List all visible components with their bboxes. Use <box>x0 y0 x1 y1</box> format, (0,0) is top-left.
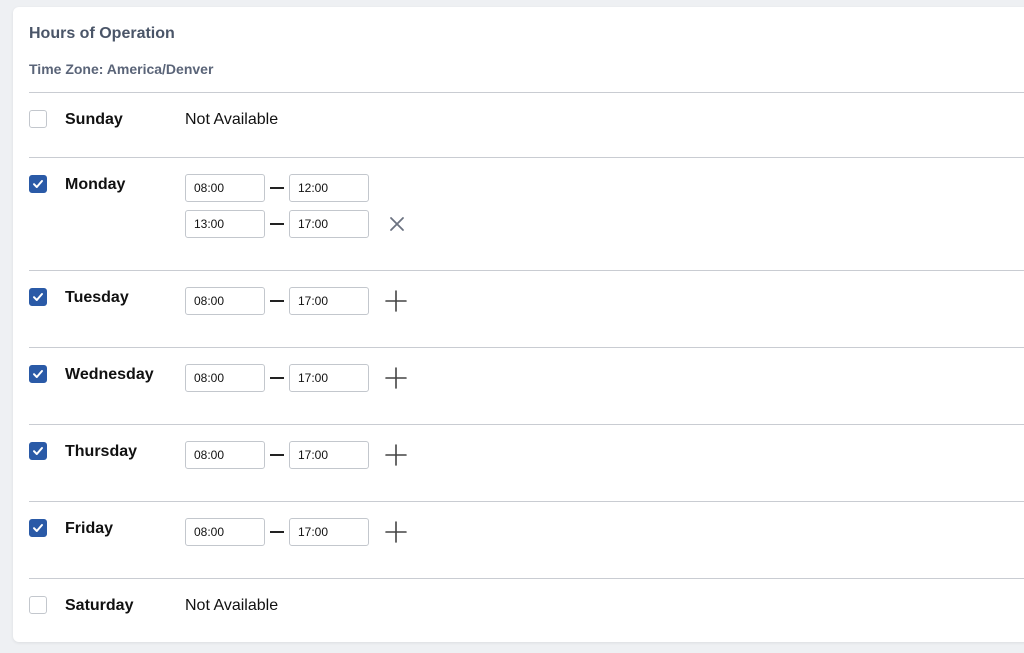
end-time-input[interactable]: 17:00 <box>289 287 369 315</box>
tuesday-checkbox[interactable] <box>29 288 47 306</box>
not-available-text: Not Available <box>185 111 279 128</box>
day-name: Thursday <box>65 443 138 460</box>
day-name: Tuesday <box>65 289 129 306</box>
wednesday-checkbox[interactable] <box>29 365 47 383</box>
card-title: Hours of Operation <box>29 25 175 42</box>
end-time-input[interactable]: 12:00 <box>289 174 369 202</box>
plus-icon[interactable] <box>385 444 407 466</box>
hours-card: Hours of Operation Time Zone: America/De… <box>13 7 1024 642</box>
plus-icon[interactable] <box>385 290 407 312</box>
start-time-input[interactable]: 08:00 <box>185 518 265 546</box>
check-icon <box>33 524 43 532</box>
day-row-wednesday: Wednesday 08:00 17:00 <box>29 347 1024 425</box>
saturday-checkbox[interactable] <box>29 596 47 614</box>
day-name: Friday <box>65 520 114 537</box>
start-time-input[interactable]: 08:00 <box>185 441 265 469</box>
plus-icon[interactable] <box>385 367 407 389</box>
day-row-friday: Friday 08:00 17:00 <box>29 501 1024 579</box>
start-time-input[interactable]: 13:00 <box>185 210 265 238</box>
start-time-input[interactable]: 08:00 <box>185 287 265 315</box>
day-row-tuesday: Tuesday 08:00 17:00 <box>29 270 1024 348</box>
timezone-label: Time Zone: America/Denver <box>29 61 214 77</box>
end-time-input[interactable]: 17:00 <box>289 441 369 469</box>
range-dash <box>270 187 284 189</box>
day-name: Sunday <box>65 111 123 128</box>
range-dash <box>270 223 284 225</box>
day-row-monday: Monday 08:00 12:00 13:00 17:00 <box>29 157 1024 271</box>
start-time-input[interactable]: 08:00 <box>185 174 265 202</box>
end-time-input[interactable]: 17:00 <box>289 364 369 392</box>
end-time-input[interactable]: 17:00 <box>289 518 369 546</box>
thursday-checkbox[interactable] <box>29 442 47 460</box>
day-name: Wednesday <box>65 366 154 383</box>
check-icon <box>33 370 43 378</box>
monday-checkbox[interactable] <box>29 175 47 193</box>
check-icon <box>33 447 43 455</box>
range-dash <box>270 300 284 302</box>
plus-icon[interactable] <box>385 521 407 543</box>
range-dash <box>270 454 284 456</box>
sunday-checkbox[interactable] <box>29 110 47 128</box>
check-icon <box>33 180 43 188</box>
day-name: Saturday <box>65 597 134 614</box>
check-icon <box>33 293 43 301</box>
not-available-text: Not Available <box>185 597 279 614</box>
friday-checkbox[interactable] <box>29 519 47 537</box>
day-row-sunday: Sunday Not Available <box>29 92 1024 158</box>
day-row-thursday: Thursday 08:00 17:00 <box>29 424 1024 502</box>
day-row-saturday: Saturday Not Available <box>29 578 1024 643</box>
range-dash <box>270 377 284 379</box>
range-dash <box>270 531 284 533</box>
start-time-input[interactable]: 08:00 <box>185 364 265 392</box>
end-time-input[interactable]: 17:00 <box>289 210 369 238</box>
day-name: Monday <box>65 176 126 193</box>
close-icon[interactable] <box>386 213 408 235</box>
